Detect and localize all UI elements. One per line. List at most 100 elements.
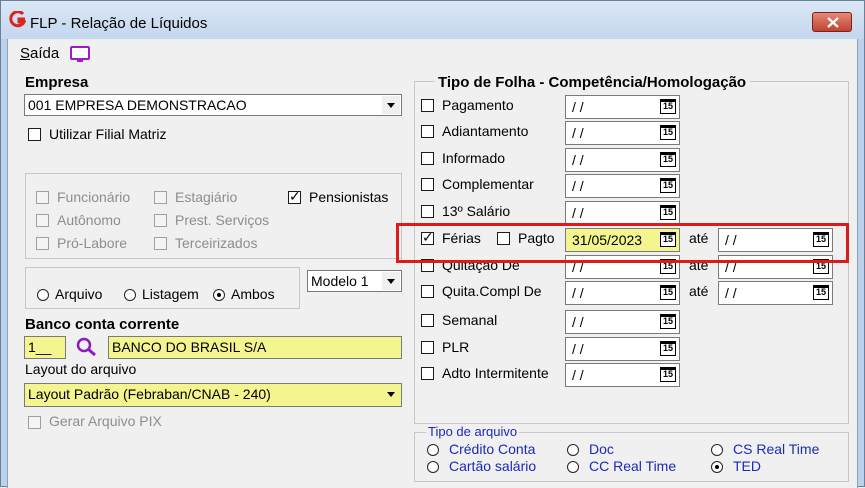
client-area: Saída Empresa 001 EMPRESA DEMONSTRACAO U… <box>7 39 858 488</box>
close-button[interactable] <box>812 12 852 32</box>
date-value: / / <box>725 285 737 301</box>
calendar-icon[interactable]: 15 <box>660 178 676 193</box>
cc-real-time-radio[interactable] <box>567 461 579 473</box>
funcionario-label: Funcionário <box>57 189 131 205</box>
ted-label: TED <box>733 458 761 474</box>
folha-label: Adto Intermitente <box>442 365 549 381</box>
calendar-icon[interactable]: 15 <box>660 341 676 356</box>
prest-servicos-label: Prest. Serviços <box>175 212 270 228</box>
date-value: / / <box>572 205 584 221</box>
filial-matriz-label: Utilizar Filial Matriz <box>49 126 167 142</box>
empresa-value: 001 EMPRESA DEMONSTRACAO <box>28 97 247 113</box>
banco-label: Banco conta corrente <box>25 316 180 333</box>
cartao-salario-radio[interactable] <box>427 461 439 473</box>
gerar-pix-checkbox[interactable] <box>28 416 41 429</box>
competencia-date-input[interactable]: / / 15 <box>565 363 680 387</box>
pensionistas-checkbox[interactable] <box>288 188 301 205</box>
terceirizados-checkbox[interactable] <box>154 237 167 250</box>
title-bar: FLP - Relação de Líquidos <box>1 1 864 39</box>
date-value: / / <box>572 314 584 330</box>
folha-checkbox[interactable] <box>421 367 434 380</box>
ted-radio[interactable] <box>711 461 723 473</box>
autonomo-label: Autônomo <box>57 212 121 228</box>
competencia-date-input[interactable]: / / 15 <box>565 148 680 172</box>
calendar-icon[interactable]: 15 <box>660 205 676 220</box>
window-title: FLP - Relação de Líquidos <box>30 15 208 32</box>
doc-label: Doc <box>589 441 614 457</box>
competencia-date-input[interactable]: / / 15 <box>565 281 680 305</box>
cartao-salario-label: Cartão salário <box>449 458 537 474</box>
banco-name-field: BANCO DO BRASIL S/A <box>108 336 402 359</box>
categorias-group: Funcionário Estagiário Pensionistas Autô… <box>25 173 402 259</box>
funcionario-checkbox[interactable] <box>36 191 49 204</box>
folha-checkbox[interactable] <box>421 205 434 218</box>
calendar-icon[interactable]: 15 <box>660 367 676 382</box>
listagem-radio[interactable] <box>124 289 136 301</box>
layout-value: Layout Padrão (Febraban/CNAB - 240) <box>28 386 271 402</box>
competencia-date-input[interactable]: / / 15 <box>565 121 680 145</box>
tipo-arquivo-label: Tipo de arquivo <box>426 424 520 439</box>
folha-label: Informado <box>442 150 506 166</box>
calendar-icon[interactable]: 15 <box>660 125 676 140</box>
banco-code-input[interactable]: 1__ <box>24 336 66 359</box>
credito-conta-radio[interactable] <box>427 444 439 456</box>
competencia-date-input[interactable]: / / 15 <box>565 201 680 225</box>
folha-checkbox[interactable] <box>421 341 434 354</box>
gerar-pix-label: Gerar Arquivo PIX <box>49 413 162 429</box>
ate-date-input[interactable]: / / 15 <box>718 281 833 305</box>
ambos-radio[interactable] <box>213 289 225 301</box>
folha-checkbox[interactable] <box>421 178 434 191</box>
estagiario-checkbox[interactable] <box>154 191 167 204</box>
folha-label: Complementar <box>442 176 534 192</box>
empresa-select[interactable]: 001 EMPRESA DEMONSTRACAO <box>24 94 402 116</box>
layout-select[interactable]: Layout Padrão (Febraban/CNAB - 240) <box>24 383 402 407</box>
autonomo-checkbox[interactable] <box>36 214 49 227</box>
monitor-icon[interactable] <box>70 46 90 63</box>
close-icon <box>827 17 839 28</box>
competencia-date-input[interactable]: / / 15 <box>565 95 680 119</box>
folha-checkbox[interactable] <box>421 152 434 165</box>
calendar-icon[interactable]: 15 <box>660 314 676 329</box>
pro-labore-label: Pró-Labore <box>57 235 128 251</box>
calendar-icon[interactable]: 15 <box>660 152 676 167</box>
chevron-down-icon[interactable] <box>382 272 400 290</box>
date-value: / / <box>572 152 584 168</box>
doc-radio[interactable] <box>567 444 579 456</box>
date-value: / / <box>572 99 584 115</box>
ambos-label: Ambos <box>231 286 275 302</box>
chevron-down-icon[interactable] <box>382 96 400 114</box>
competencia-date-input[interactable]: / / 15 <box>565 174 680 198</box>
calendar-icon[interactable]: 15 <box>660 99 676 114</box>
date-value: / / <box>572 367 584 383</box>
cs-real-time-radio[interactable] <box>711 444 723 456</box>
arquivo-radio[interactable] <box>37 289 49 301</box>
filial-matriz-checkbox[interactable] <box>28 128 41 141</box>
calendar-icon[interactable]: 15 <box>660 285 676 300</box>
folha-label: 13º Salário <box>442 203 511 219</box>
pro-labore-checkbox[interactable] <box>36 237 49 250</box>
banco-name-value: BANCO DO BRASIL S/A <box>112 339 267 355</box>
folha-checkbox[interactable] <box>421 285 434 298</box>
annotation-highlight-box <box>396 223 849 263</box>
calendar-icon[interactable]: 15 <box>813 285 829 300</box>
competencia-date-input[interactable]: / / 15 <box>565 310 680 334</box>
competencia-date-input[interactable]: / / 15 <box>565 337 680 361</box>
search-icon[interactable] <box>76 337 98 357</box>
menu-saida[interactable]: Saída <box>20 45 59 62</box>
chevron-down-icon[interactable] <box>382 385 400 403</box>
folha-checkbox[interactable] <box>421 125 434 138</box>
folha-label: Semanal <box>442 312 498 328</box>
ate-label: até <box>689 283 709 299</box>
prest-servicos-checkbox[interactable] <box>154 214 167 227</box>
estagiario-label: Estagiário <box>175 189 238 205</box>
banco-code-value: 1__ <box>28 339 52 355</box>
modelo-select[interactable]: Modelo 1 <box>307 270 402 292</box>
listagem-label: Listagem <box>142 286 199 302</box>
date-value: / / <box>572 341 584 357</box>
folha-checkbox[interactable] <box>421 314 434 327</box>
layout-label: Layout do arquivo <box>25 361 137 377</box>
date-value: / / <box>572 178 584 194</box>
folha-checkbox[interactable] <box>421 99 434 112</box>
app-window: FLP - Relação de Líquidos Saída Empresa … <box>0 0 865 488</box>
folha-label: Adiantamento <box>442 123 529 139</box>
